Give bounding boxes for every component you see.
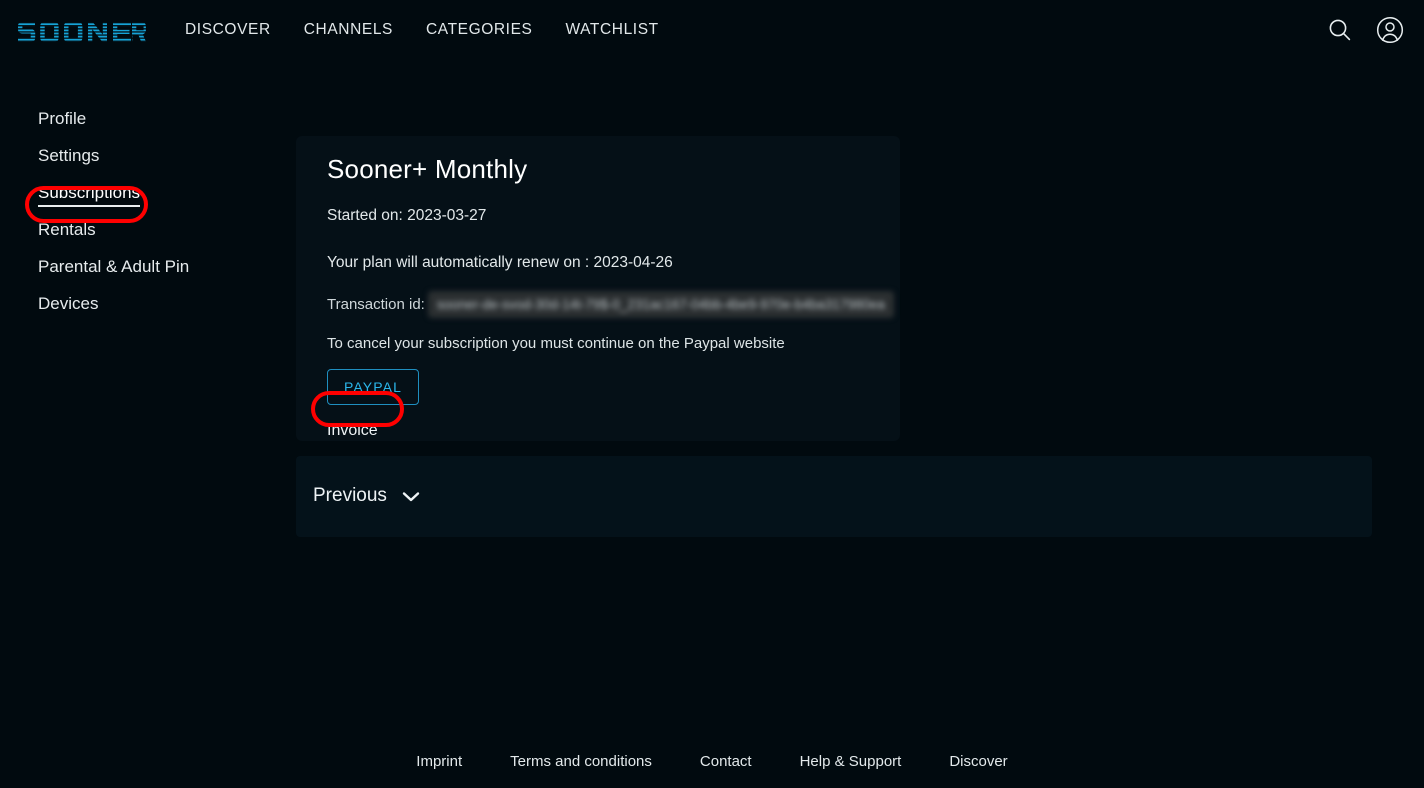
nav-link-watchlist[interactable]: WATCHLIST	[565, 21, 658, 39]
sidebar-item-label: Rentals	[38, 220, 96, 239]
sidebar-item-devices[interactable]: Devices	[0, 285, 296, 322]
account-icon	[1376, 16, 1404, 44]
renewal-date-text: Your plan will automatically renew on : …	[327, 254, 673, 271]
sidebar-item-profile[interactable]: Profile	[0, 100, 296, 137]
plan-title: Sooner+ Monthly	[327, 154, 528, 184]
previous-subscriptions-panel	[296, 456, 1372, 537]
nav-actions	[1322, 0, 1408, 60]
sooner-logo[interactable]	[14, 14, 146, 46]
footer-link-discover[interactable]: Discover	[949, 753, 1007, 770]
subscription-card: Sooner+ Monthly Started on: 2023-03-27 Y…	[296, 136, 900, 441]
transaction-id-label: Transaction id:	[327, 296, 425, 313]
sidebar-item-subscriptions[interactable]: Subscriptions	[0, 174, 296, 211]
paypal-button[interactable]: PAYPAL	[327, 369, 419, 405]
previous-toggle[interactable]: Previous	[313, 485, 421, 507]
footer-link-help[interactable]: Help & Support	[800, 753, 902, 770]
invoice-button[interactable]: Invoice	[327, 414, 378, 448]
transaction-id-value: sooner-de-svod-30d-14t-79$-0_231ac167-04…	[427, 291, 894, 318]
chevron-down-icon	[402, 491, 420, 501]
transaction-id-row: Transaction id: sooner-de-svod-30d-14t-7…	[327, 291, 900, 318]
footer: Imprint Terms and conditions Contact Hel…	[0, 753, 1424, 770]
search-icon	[1329, 19, 1351, 41]
sidebar-item-label: Settings	[38, 146, 100, 165]
sidebar-item-label: Subscriptions	[38, 183, 141, 207]
sidebar-item-label: Profile	[38, 109, 87, 128]
footer-link-contact[interactable]: Contact	[700, 753, 752, 770]
cancel-instruction-text: To cancel your subscription you must con…	[327, 335, 785, 352]
nav-link-discover[interactable]: DISCOVER	[185, 21, 271, 39]
sidebar-item-label: Parental & Adult Pin	[38, 257, 190, 276]
started-on-text: Started on: 2023-03-27	[327, 207, 487, 224]
previous-label: Previous	[313, 485, 387, 506]
footer-link-imprint[interactable]: Imprint	[416, 753, 462, 770]
account-button[interactable]	[1372, 12, 1408, 48]
sidebar-item-parental-adult-pin[interactable]: Parental & Adult Pin	[0, 248, 296, 285]
sidebar-item-label: Devices	[38, 294, 99, 313]
footer-link-terms[interactable]: Terms and conditions	[510, 753, 652, 770]
app-root: DISCOVER CHANNELS CATEGORIES WATCHLIST P…	[0, 0, 1424, 788]
top-navigation-bar: DISCOVER CHANNELS CATEGORIES WATCHLIST	[0, 0, 1424, 60]
nav-link-channels[interactable]: CHANNELS	[304, 21, 393, 39]
primary-nav: DISCOVER CHANNELS CATEGORIES WATCHLIST	[185, 0, 659, 60]
search-button[interactable]	[1322, 12, 1358, 48]
sidebar-item-rentals[interactable]: Rentals	[0, 211, 296, 248]
sidebar-item-settings[interactable]: Settings	[0, 137, 296, 174]
account-sidebar: Profile Settings Subscriptions Rentals P…	[0, 100, 296, 322]
nav-link-categories[interactable]: CATEGORIES	[426, 21, 532, 39]
